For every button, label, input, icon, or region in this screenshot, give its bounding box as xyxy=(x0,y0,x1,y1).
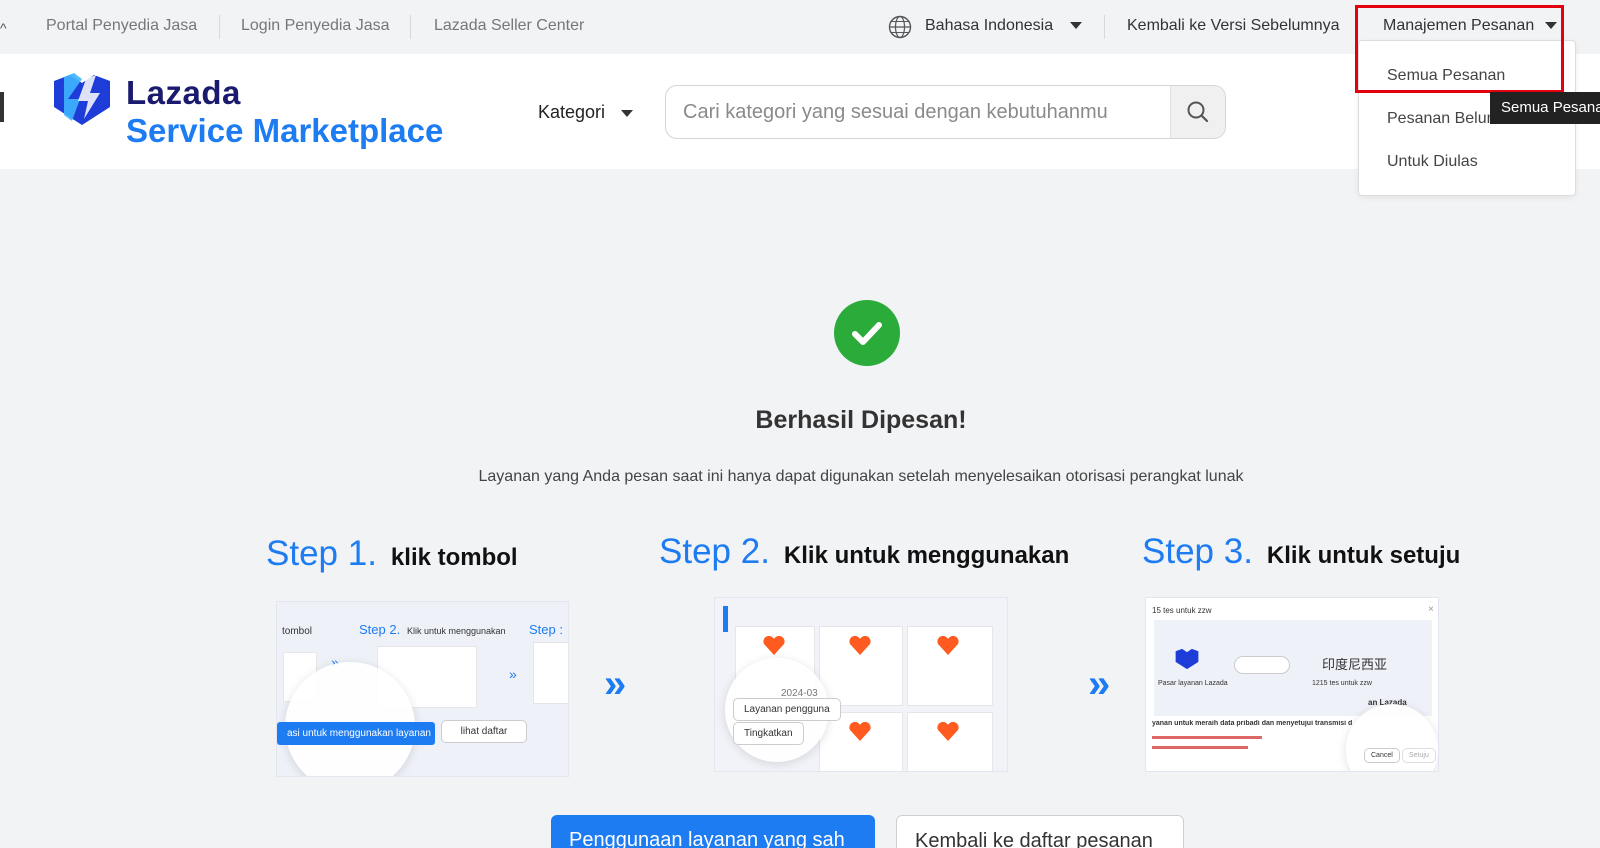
heart-icon xyxy=(849,722,871,741)
mini-button: Layanan pengguna xyxy=(733,698,841,721)
step-1-illustration: tombol Step 2. Klik untuk menggunakan St… xyxy=(276,601,569,777)
back-to-order-list-button[interactable]: Kembali ke daftar pesanan xyxy=(896,815,1184,848)
mini-card xyxy=(819,712,903,771)
globe-icon xyxy=(888,15,912,39)
mini-text: 印度尼西亚 xyxy=(1322,657,1388,672)
mini-button: Setuju xyxy=(1402,748,1436,763)
seller-center-link[interactable]: Lazada Seller Center xyxy=(434,17,584,35)
provider-portal-link[interactable]: Portal Penyedia Jasa xyxy=(46,17,197,35)
language-selector[interactable]: Bahasa Indonesia xyxy=(925,17,1082,35)
page-subtitle: Layanan yang Anda pesan saat ini hanya d… xyxy=(478,468,1244,485)
mini-card xyxy=(533,642,568,704)
chevron-down-icon xyxy=(621,109,634,117)
search-button[interactable] xyxy=(1170,86,1225,138)
heart-icon xyxy=(937,722,959,741)
mini-primary-button: asi untuk menggunakan layanan xyxy=(277,722,435,745)
step-number: Step 3. xyxy=(1142,532,1253,571)
double-chevron-icon: » xyxy=(509,666,517,682)
category-dropdown[interactable]: Kategori xyxy=(538,102,634,123)
divider xyxy=(1104,15,1105,39)
close-icon: × xyxy=(1428,604,1434,615)
mini-text: Pasar layanan Lazada xyxy=(1158,680,1228,687)
menu-item-to-review[interactable]: Untuk Diulas xyxy=(1387,153,1478,171)
success-check-icon xyxy=(834,300,900,366)
mini-button: Cancel xyxy=(1364,748,1400,763)
step-3-illustration: 15 tes untuk zzw × Pasar layanan Lazada … xyxy=(1145,597,1439,772)
authorized-service-use-button[interactable]: Penggunaan layanan yang sah xyxy=(551,815,875,848)
search-bar xyxy=(665,85,1226,139)
mini-text: Klik untuk menggunakan xyxy=(407,626,506,636)
heart-icon xyxy=(937,636,959,655)
edge-marker xyxy=(0,92,4,122)
step-text: Klik untuk menggunakan xyxy=(783,542,1070,569)
highlight-box xyxy=(1355,5,1564,93)
chevron-down-icon xyxy=(1069,22,1082,30)
mini-line xyxy=(1152,746,1248,749)
mini-button: Tingkatkan xyxy=(733,722,804,745)
step-1-heading: Step 1. klik tombol xyxy=(266,534,518,574)
logo-text-lazada: Lazada xyxy=(126,74,241,111)
step-2-heading: Step 2. Klik untuk menggunakan xyxy=(659,532,1069,572)
mini-secondary-button: lihat daftar xyxy=(441,720,527,743)
category-label: Kategori xyxy=(538,102,606,122)
search-input[interactable] xyxy=(666,86,1171,138)
step-2-illustration: 2024-03 Layanan pengguna Tingkatkan xyxy=(714,597,1008,772)
divider xyxy=(219,15,220,39)
mini-text: 15 tes untuk zzw xyxy=(1152,606,1212,615)
logo-text-service-marketplace: Service Marketplace xyxy=(126,112,444,149)
double-chevron-icon: » xyxy=(1088,662,1111,706)
mini-text: tombol xyxy=(282,626,313,637)
provider-login-link[interactable]: Login Penyedia Jasa xyxy=(241,17,390,35)
mini-text: 1215 tes untuk zzw xyxy=(1312,680,1372,687)
mini-connector xyxy=(1234,656,1290,674)
heart-icon xyxy=(763,636,785,655)
mini-text: yanan untuk meraih data pribadi dan meny… xyxy=(1152,720,1352,727)
back-to-previous-version-link[interactable]: Kembali ke Versi Sebelumnya xyxy=(1127,17,1340,35)
tooltip: Semua Pesanan xyxy=(1490,92,1600,124)
mini-indicator xyxy=(723,606,728,632)
lazada-logo-icon[interactable] xyxy=(50,73,114,127)
mini-text: Step 2. xyxy=(359,622,401,637)
step-number: Step 1. xyxy=(266,534,377,573)
double-chevron-icon: » xyxy=(604,662,627,706)
mini-text: Step : xyxy=(529,622,563,637)
step-text: Klik untuk setuju xyxy=(1266,542,1461,569)
heart-icon xyxy=(849,636,871,655)
back-arrow-icon[interactable]: ^ xyxy=(0,20,7,36)
step-text: klik tombol xyxy=(390,544,518,571)
step-number: Step 2. xyxy=(659,532,770,571)
language-label: Bahasa Indonesia xyxy=(925,17,1054,34)
divider xyxy=(410,15,411,39)
lazada-logo-icon xyxy=(1175,648,1199,670)
search-icon xyxy=(1187,101,1209,123)
mini-line xyxy=(1152,736,1262,739)
step-3-heading: Step 3. Klik untuk setuju xyxy=(1142,532,1460,572)
mini-card xyxy=(907,712,993,771)
page-title: Berhasil Dipesan! xyxy=(755,406,967,434)
